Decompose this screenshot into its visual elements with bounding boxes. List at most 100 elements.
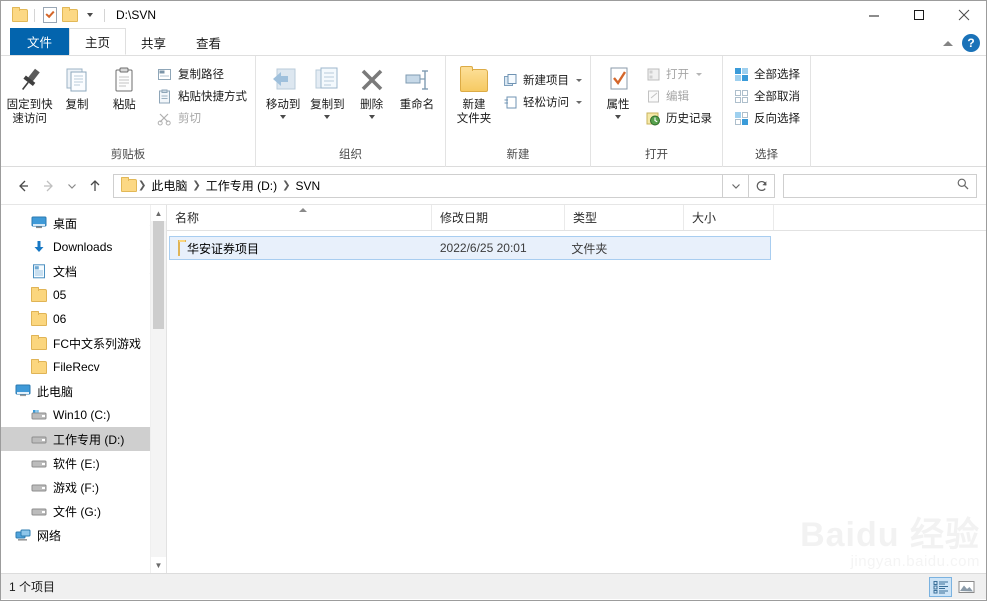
tab-view[interactable]: 查看: [181, 29, 236, 55]
chevron-down-icon[interactable]: [615, 114, 621, 119]
invert-selection-button[interactable]: 反向选择: [730, 108, 803, 128]
sidebar-item-4[interactable]: 06: [1, 307, 166, 331]
sidebar-item-12[interactable]: 文件 (G:): [1, 499, 166, 523]
easy-access-button[interactable]: 轻松访问: [499, 92, 585, 112]
large-icons-view-button[interactable]: [955, 577, 978, 597]
pin-to-quick-access-button[interactable]: 固定到快 速访问: [6, 60, 53, 126]
tab-file[interactable]: 文件: [10, 28, 70, 55]
sidebar-item-5[interactable]: FC中文系列游戏: [1, 331, 166, 355]
chevron-down-icon[interactable]: [696, 72, 702, 76]
file-name-cell[interactable]: 华安证券项目: [170, 240, 432, 257]
paste-shortcut-button[interactable]: 粘贴快捷方式: [154, 86, 250, 106]
up-button[interactable]: [82, 173, 108, 199]
breadcrumb-item-0[interactable]: 此电脑: [147, 177, 191, 194]
ribbon-tab-actions: ?: [943, 34, 980, 52]
select-all-icon: [733, 66, 749, 82]
breadcrumb[interactable]: ❯ 此电脑 ❯ 工作专用 (D:) ❯ SVN: [113, 173, 723, 198]
properties-button[interactable]: 属性: [596, 60, 640, 119]
back-button[interactable]: [10, 173, 36, 199]
cut-button[interactable]: 剪切: [154, 108, 250, 128]
sidebar-item-10[interactable]: 软件 (E:): [1, 451, 166, 475]
column-header-2[interactable]: 类型: [565, 205, 684, 230]
maximize-icon[interactable]: [896, 1, 941, 29]
sidebar-item-13[interactable]: 网络: [1, 523, 166, 547]
sidebar-item-0[interactable]: 桌面: [1, 211, 166, 235]
close-icon[interactable]: [941, 1, 986, 29]
open-button[interactable]: 打开: [642, 64, 715, 84]
new-folder-icon: [460, 64, 488, 96]
folder-icon[interactable]: [61, 6, 78, 24]
copy-to-button[interactable]: 复制到: [305, 60, 349, 119]
move-to-button[interactable]: 移动到: [261, 60, 305, 119]
invert-selection-icon: [733, 110, 749, 126]
sidebar-item-label: 文件 (G:): [53, 504, 101, 519]
scroll-up-icon[interactable]: ▲: [151, 205, 166, 221]
chevron-down-icon[interactable]: [324, 114, 331, 119]
address-dropdown-button[interactable]: [723, 173, 749, 198]
sidebar-item-2[interactable]: 文档: [1, 259, 166, 283]
sidebar-item-7[interactable]: 此电脑: [1, 379, 166, 403]
chevron-down-icon[interactable]: [576, 78, 582, 82]
column-headers: 名称 修改日期 类型 大小: [167, 205, 986, 231]
tab-share[interactable]: 共享: [126, 29, 181, 55]
column-header-1[interactable]: 修改日期: [432, 205, 565, 230]
details-view-button[interactable]: [929, 576, 952, 597]
properties-icon[interactable]: [41, 7, 58, 24]
breadcrumb-item-1[interactable]: 工作专用 (D:): [202, 177, 281, 194]
select-none-button[interactable]: 全部取消: [730, 86, 803, 106]
refresh-button[interactable]: [749, 173, 775, 198]
folder-icon[interactable]: [11, 6, 28, 24]
sidebar-item-3[interactable]: 05: [1, 283, 166, 307]
chevron-down-icon[interactable]: [280, 114, 287, 119]
breadcrumb-item-2[interactable]: SVN: [292, 179, 325, 193]
chevron-down-icon[interactable]: [576, 100, 582, 104]
edit-button[interactable]: 编辑: [642, 86, 715, 106]
sidebar-item-6[interactable]: FileRecv: [1, 355, 166, 379]
column-header-3[interactable]: 大小: [684, 205, 774, 230]
tab-home[interactable]: 主页: [69, 28, 127, 55]
button-label: 属性: [606, 99, 630, 111]
recent-locations-button[interactable]: [62, 173, 82, 199]
search-box[interactable]: [783, 173, 977, 198]
button-label: 复制路径: [177, 69, 224, 81]
network-icon: [15, 527, 31, 543]
select-all-button[interactable]: 全部选择: [730, 64, 803, 84]
watermark-sub: jingyan.baidu.com: [850, 553, 980, 570]
explorer-body: 桌面 Downloads 文档 05 06 FC中文系列游戏 FileRecv 此电脑 Win1…: [1, 204, 986, 573]
search-input[interactable]: [790, 177, 956, 194]
scrollbar-thumb[interactable]: [153, 221, 164, 329]
navigation-scrollbar[interactable]: ▲ ▼: [150, 205, 166, 573]
rename-button[interactable]: 重命名: [394, 60, 440, 113]
forward-button[interactable]: [36, 173, 62, 199]
desktop-icon: [31, 215, 47, 231]
customize-dropdown-icon[interactable]: [81, 7, 98, 24]
sidebar-item-label: FileRecv: [53, 360, 100, 374]
search-icon[interactable]: [956, 177, 970, 194]
minimize-icon[interactable]: [851, 1, 896, 29]
paste-button[interactable]: 粘贴: [101, 60, 148, 113]
column-header-0[interactable]: 名称: [167, 205, 432, 230]
new-folder-button[interactable]: 新建 文件夹: [451, 60, 497, 126]
chevron-down-icon[interactable]: [368, 114, 375, 119]
copy-path-button[interactable]: 复制路径: [154, 64, 250, 84]
sidebar-item-1[interactable]: Downloads: [1, 235, 166, 259]
window-title: D:\SVN: [116, 8, 157, 22]
delete-button[interactable]: 删除: [350, 60, 394, 119]
chevron-up-icon[interactable]: [943, 40, 953, 46]
copy-button[interactable]: 复制: [53, 60, 100, 113]
button-label-2: 文件夹: [456, 112, 492, 125]
help-icon[interactable]: ?: [962, 34, 980, 52]
new-item-button[interactable]: 新建项目: [499, 70, 585, 90]
history-icon: [645, 110, 661, 126]
title-bar: D:\SVN: [1, 1, 986, 29]
file-list-pane: 名称 修改日期 类型 大小 华安证券项目 2022/6/25 20:01 文件夹 Baid…: [167, 205, 986, 573]
table-row[interactable]: 华安证券项目 2022/6/25 20:01 文件夹: [169, 236, 771, 260]
sidebar-item-11[interactable]: 游戏 (F:): [1, 475, 166, 499]
button-label: 打开: [666, 69, 689, 81]
history-button[interactable]: 历史记录: [642, 108, 715, 128]
sidebar-item-9[interactable]: 工作专用 (D:): [1, 427, 166, 451]
button-label: 粘贴: [112, 99, 136, 111]
folder-icon: [120, 177, 137, 194]
sidebar-item-8[interactable]: Win10 (C:): [1, 403, 166, 427]
scroll-down-icon[interactable]: ▼: [151, 557, 166, 573]
